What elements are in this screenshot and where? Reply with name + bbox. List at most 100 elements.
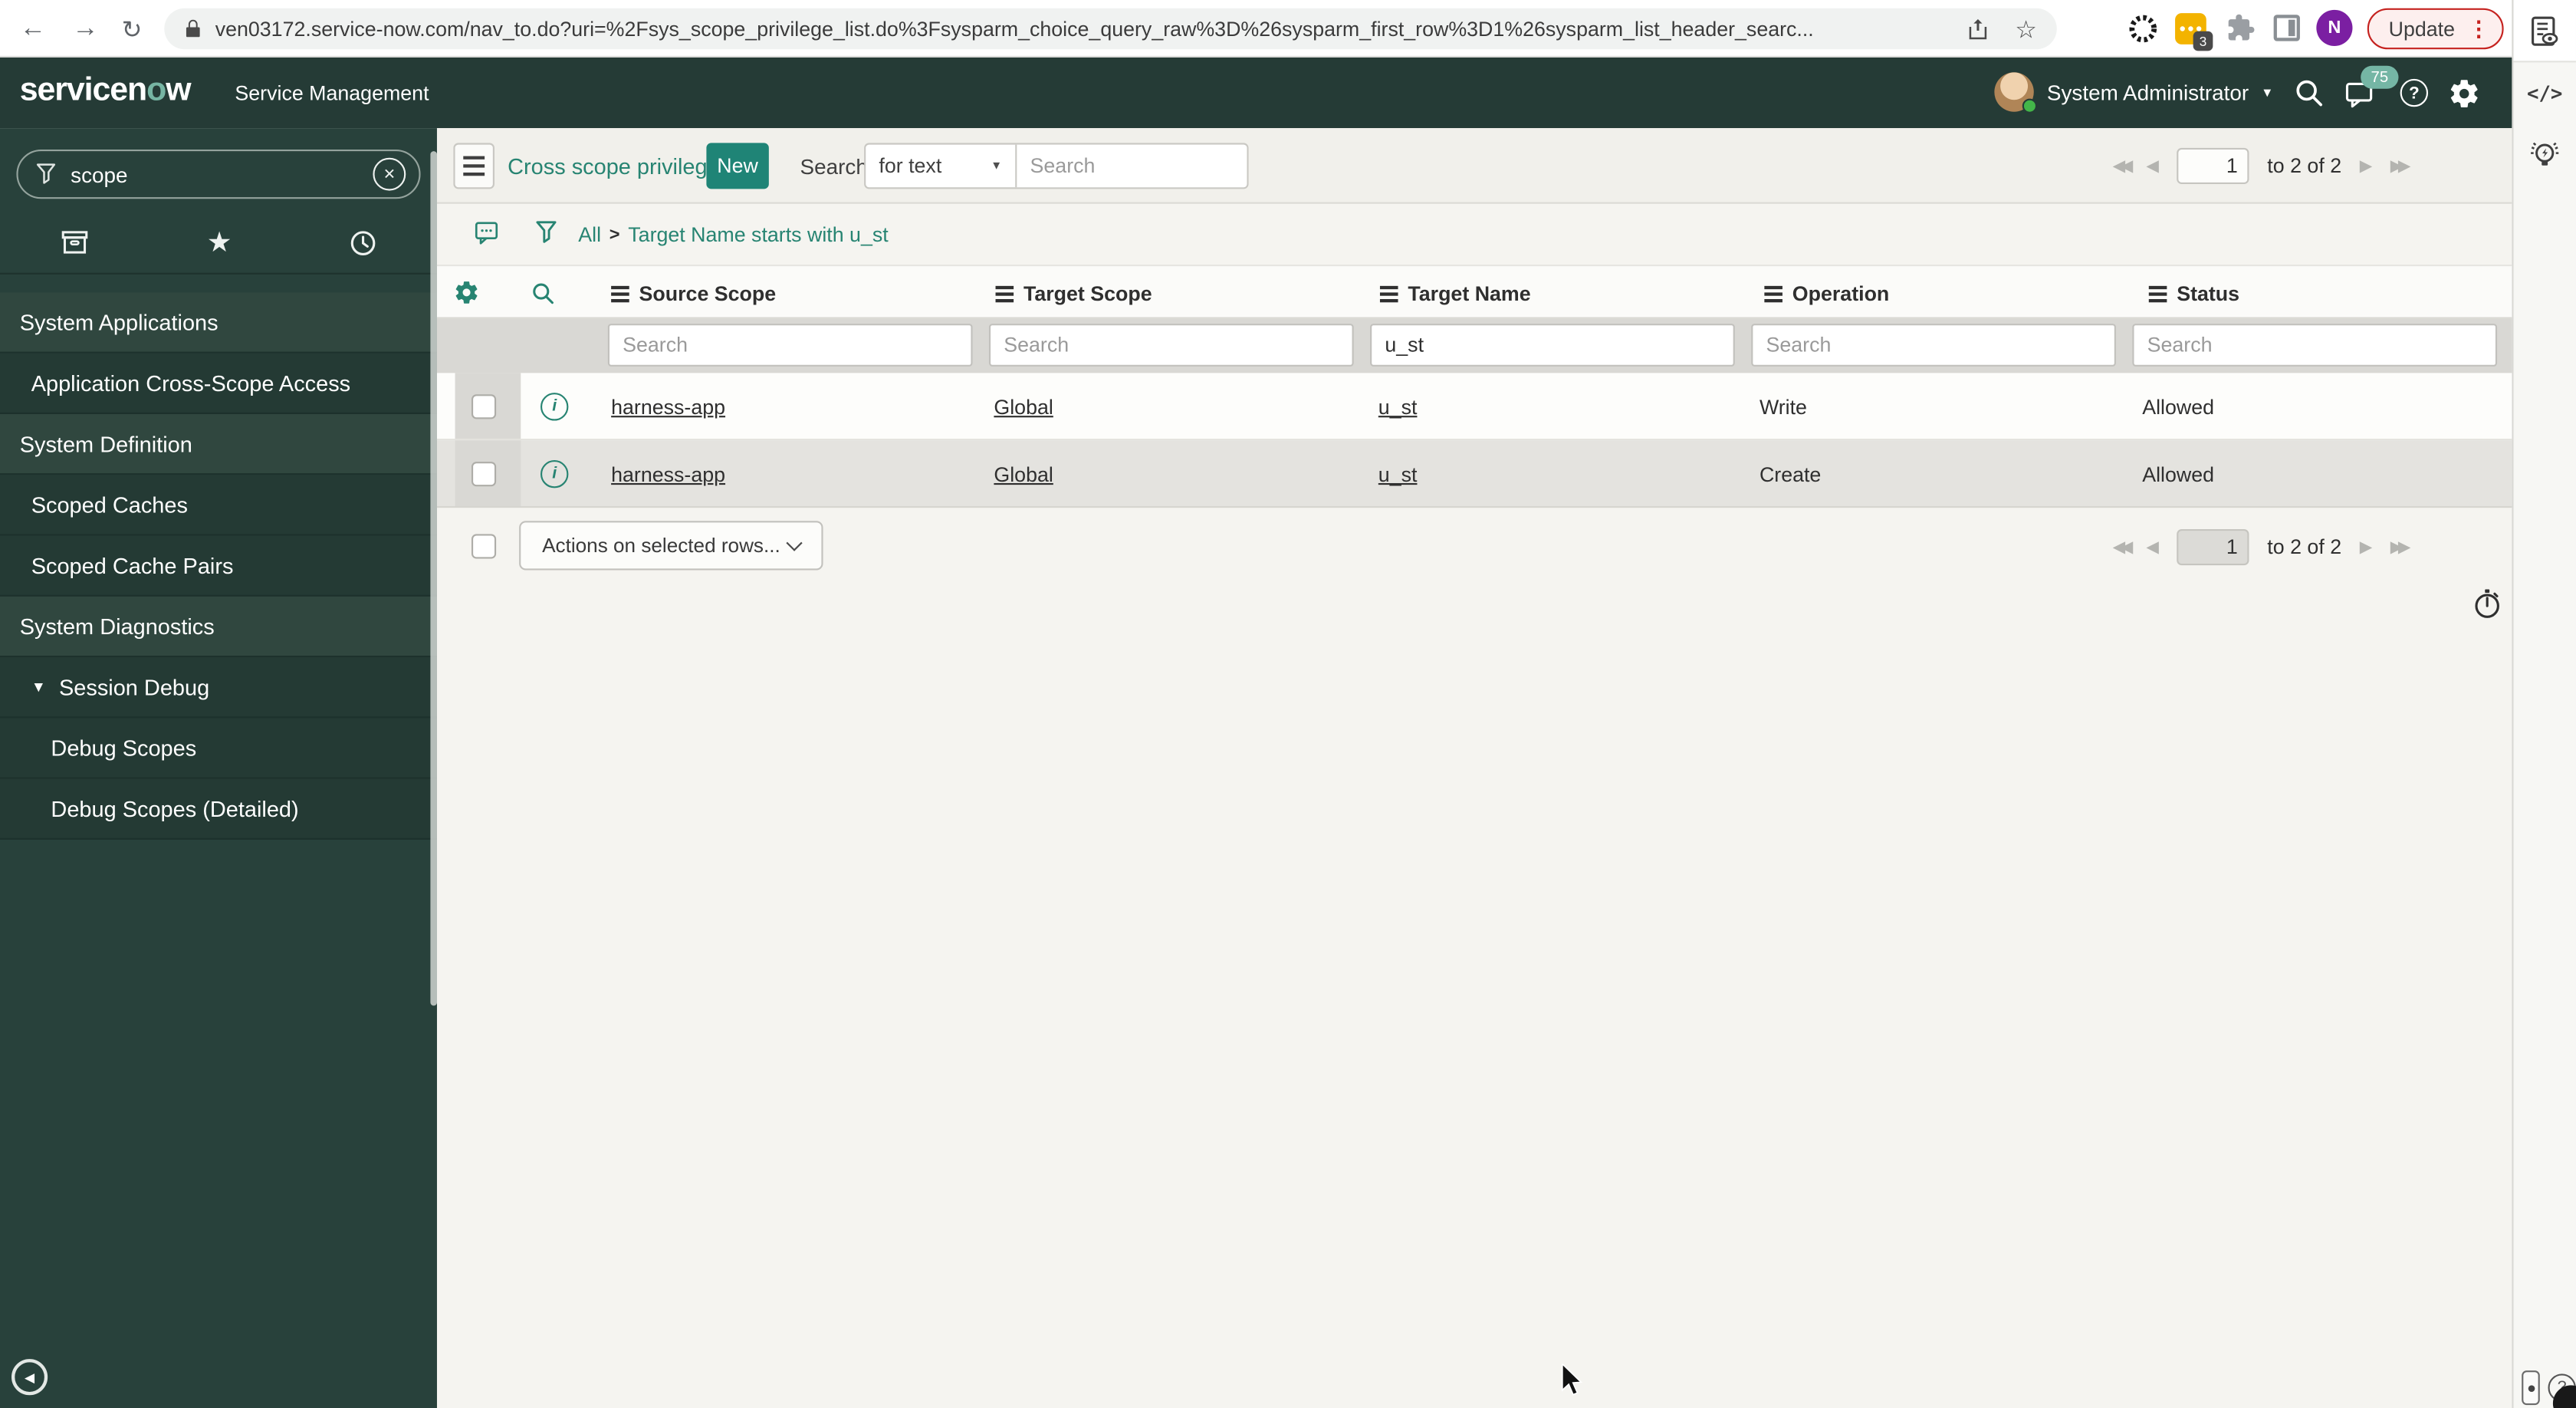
last-page-button[interactable]: ▶▶ (2390, 538, 2410, 557)
row-checkbox[interactable] (471, 394, 497, 419)
page-number-input[interactable] (2177, 147, 2249, 184)
browser-profile-avatar[interactable]: N (2316, 9, 2353, 46)
table-row: i harness-app Global u_st Create Allowed (436, 440, 2512, 508)
mouse-cursor (1561, 1362, 1584, 1406)
expanded-caret-icon: ▼ (31, 678, 46, 696)
record-info-icon[interactable]: i (540, 393, 569, 421)
column-filter-row (436, 318, 2512, 373)
select-all-checkbox[interactable] (471, 534, 497, 559)
sidebar-item-scoped-cache-pairs[interactable]: Scoped Cache Pairs (0, 535, 437, 597)
sidebar-item-scoped-caches[interactable]: Scoped Caches (0, 475, 437, 536)
sidebar-subsection-session-debug[interactable]: ▼ Session Debug (0, 657, 437, 719)
list-context-menu-button[interactable] (453, 143, 495, 189)
new-record-button[interactable]: New (706, 143, 769, 189)
navigator-menu: System Applications Application Cross-Sc… (0, 292, 437, 840)
search-type-select[interactable]: for text ▼ (866, 144, 1017, 188)
browser-refresh-button[interactable]: ↻ (122, 0, 143, 58)
filter-operation-input[interactable] (1751, 324, 2116, 367)
user-menu[interactable]: System Administrator ▾ (2047, 58, 2271, 128)
cell-target-name-link[interactable]: u_st (1378, 373, 1418, 440)
cell-target-scope-link[interactable]: Global (994, 440, 1053, 508)
help-icon[interactable]: ? (2400, 58, 2429, 128)
reader-extension-icon[interactable] (2513, 0, 2576, 63)
favorites-tab-icon[interactable]: ★ (207, 226, 232, 259)
sidebar-item-debug-scopes-detailed[interactable]: Debug Scopes (Detailed) (0, 778, 437, 840)
breadcrumb-all-link[interactable]: All (578, 222, 601, 245)
actions-dropdown[interactable]: Actions on selected rows... (519, 521, 823, 571)
filter-status-input[interactable] (2132, 324, 2498, 367)
side-panel-icon[interactable] (2273, 15, 2300, 41)
list-personalize-gear-icon[interactable] (453, 279, 479, 314)
filter-source-scope-input[interactable] (607, 324, 973, 367)
first-page-button[interactable]: ◀◀ (2113, 538, 2133, 557)
filter-funnel-icon (34, 161, 58, 187)
cell-target-scope-link[interactable]: Global (994, 373, 1053, 440)
column-menu-icon (995, 285, 1014, 302)
clear-filter-icon[interactable]: ✕ (373, 157, 406, 191)
idea-bulb-icon[interactable] (2513, 138, 2575, 174)
browser-menu-dots-icon[interactable]: ⋮ (2468, 15, 2489, 41)
search-label: Search (800, 153, 868, 179)
sidebar-item-debug-scopes[interactable]: Debug Scopes (0, 718, 437, 779)
chrome-update-button[interactable]: Update ⋮ (2367, 8, 2505, 50)
next-page-button[interactable]: ▶ (2360, 157, 2373, 176)
sidebar-section-system-definition[interactable]: System Definition (0, 413, 437, 475)
column-menu-icon (611, 285, 629, 302)
user-avatar[interactable] (1994, 72, 2038, 113)
panel-scroll-handle[interactable] (2522, 1370, 2540, 1406)
bookmark-star-icon[interactable]: ☆ (2015, 14, 2037, 44)
filter-icon[interactable] (534, 219, 558, 255)
cell-source-scope-link[interactable]: harness-app (611, 440, 725, 508)
product-title: Service Management (235, 81, 429, 105)
filter-target-name-input[interactable] (1370, 324, 1735, 367)
previous-page-button[interactable]: ◀ (2146, 538, 2159, 557)
list-comments-icon[interactable] (473, 219, 501, 255)
column-header-target-scope[interactable]: Target Scope (979, 266, 1363, 321)
breadcrumb-separator: > (609, 224, 620, 245)
url-text: ven03172.service-now.com/nav_to.do?uri=%… (215, 17, 1814, 41)
extensions-puzzle-icon[interactable] (2226, 13, 2256, 51)
cell-operation: Create (1759, 462, 1822, 486)
column-header-status[interactable]: Status (2132, 266, 2516, 321)
next-page-button[interactable]: ▶ (2360, 538, 2373, 557)
pagination-bottom: ◀◀ ◀ to 2 of 2 ▶ ▶▶ (2113, 508, 2410, 587)
column-header-target-name[interactable]: Target Name (1364, 266, 1748, 321)
navigator-filter-input[interactable]: scope ✕ (16, 149, 421, 199)
page-number-input[interactable] (2177, 528, 2249, 566)
first-page-button[interactable]: ◀◀ (2113, 157, 2133, 176)
column-search-toggle-icon[interactable] (531, 281, 555, 314)
cell-source-scope-link[interactable]: harness-app (611, 373, 725, 440)
history-tab-icon[interactable] (349, 228, 379, 258)
column-header-source-scope[interactable]: Source Scope (595, 266, 979, 321)
global-search-icon[interactable] (2293, 58, 2325, 128)
collapse-sidebar-button[interactable]: ◀ (11, 1359, 48, 1396)
sidebar-section-system-applications[interactable]: System Applications (0, 292, 437, 354)
settings-gear-icon[interactable] (2448, 58, 2481, 128)
code-panel-icon[interactable]: </> (2513, 82, 2575, 105)
servicenow-logo[interactable]: servicenow (20, 72, 192, 110)
select-caret-icon: ▼ (991, 160, 1003, 172)
previous-page-button[interactable]: ◀ (2146, 157, 2159, 176)
sidebar-item-application-cross-scope-access[interactable]: Application Cross-Scope Access (0, 353, 437, 414)
sidebar-section-system-diagnostics[interactable]: System Diagnostics (0, 596, 437, 658)
address-bar[interactable]: ven03172.service-now.com/nav_to.do?uri=%… (164, 8, 2057, 50)
column-header-operation[interactable]: Operation (1748, 266, 2132, 321)
table-row: i harness-app Global u_st Write Allowed (436, 373, 2512, 441)
last-page-button[interactable]: ▶▶ (2390, 157, 2410, 176)
breadcrumb-filter-link[interactable]: Target Name starts with u_st (628, 222, 888, 245)
cell-status: Allowed (2142, 395, 2215, 419)
navigator-filter-value: scope (71, 162, 128, 187)
filter-target-scope-input[interactable] (988, 324, 1354, 367)
list-title-link[interactable]: Cross scope privileges (508, 128, 731, 204)
all-applications-tab-icon[interactable] (58, 227, 90, 258)
cell-target-name-link[interactable]: u_st (1378, 440, 1418, 508)
recorder-extension-icon[interactable] (2128, 13, 2159, 52)
share-icon[interactable] (1966, 16, 1989, 41)
row-checkbox[interactable] (471, 462, 497, 487)
browser-forward-button[interactable]: → (72, 0, 98, 58)
browser-back-button[interactable]: ← (20, 0, 46, 58)
response-time-icon[interactable] (2471, 587, 2504, 630)
list-search-input[interactable] (1017, 144, 1247, 188)
sidebar-scrollbar[interactable] (430, 151, 437, 1006)
record-info-icon[interactable]: i (540, 459, 569, 489)
